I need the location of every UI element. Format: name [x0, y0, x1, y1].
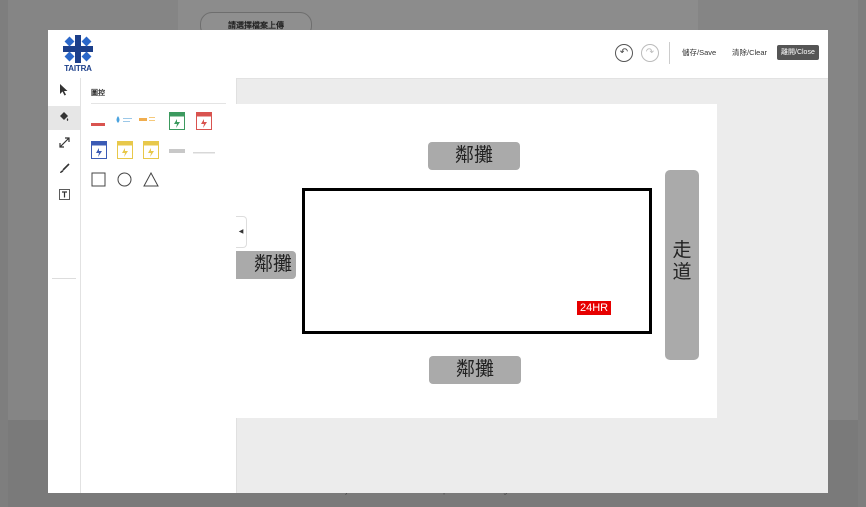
booth-editor-modal: TAITRA ↶ ↷ 儲存/Save 清除/Clear 離開/Close 圖控 — [48, 30, 828, 493]
stamp-power-blue-icon[interactable] — [91, 141, 107, 164]
stamp-gray-line[interactable] — [193, 142, 215, 160]
clear-button[interactable]: 清除/Clear — [732, 47, 767, 58]
stamp-gray-block[interactable] — [169, 141, 185, 159]
neighbor-stall-top[interactable]: 鄰攤 — [428, 142, 520, 170]
toolbar-divider — [52, 278, 76, 279]
stamp-power-yellow-icon[interactable] — [117, 141, 133, 164]
neighbor-stall-bottom[interactable]: 鄰攤 — [429, 356, 521, 384]
paint-bucket-icon[interactable] — [48, 106, 80, 130]
logo-text: TAITRA — [64, 64, 92, 73]
aisle-char: 走 — [672, 240, 692, 261]
aisle-char: 道 — [672, 262, 692, 283]
circle-shape-tool[interactable] — [117, 172, 132, 192]
stamp-water-icon[interactable] — [115, 112, 133, 130]
panel-title: 圖控 — [91, 90, 105, 97]
neighbor-stall-left[interactable]: 鄰攤 — [236, 251, 296, 279]
stamp-power-red-icon[interactable] — [196, 112, 212, 135]
aisle-label[interactable]: 走道 — [665, 170, 699, 360]
drawing-canvas[interactable]: 鄰攤 鄰攤 鄰攤 24HR 走道 — [236, 104, 717, 418]
undo-icon[interactable]: ↶ — [615, 44, 633, 62]
resize-icon[interactable] — [48, 132, 80, 156]
tool-sidebar — [48, 78, 81, 493]
taitra-logo: TAITRA — [56, 34, 100, 76]
redo-icon[interactable]: ↷ — [641, 44, 659, 62]
editor-header: TAITRA ↶ ↷ 儲存/Save 清除/Clear 離開/Close — [48, 30, 828, 79]
stamp-panel: 圖控 — [81, 78, 237, 493]
triangle-shape-tool[interactable] — [143, 171, 159, 192]
text-box-icon[interactable] — [48, 184, 80, 208]
aisle-text: 走道 — [665, 240, 699, 284]
stamp-red-bar[interactable] — [91, 115, 105, 133]
panel-divider — [91, 103, 226, 104]
stamp-power-yellow-2-icon[interactable] — [143, 141, 159, 164]
pointer-icon[interactable] — [48, 80, 80, 104]
stamp-gas-icon[interactable] — [139, 112, 157, 130]
stamp-power-green-icon[interactable] — [169, 112, 185, 135]
taitra-logo-mark — [63, 35, 93, 63]
brush-icon[interactable] — [48, 158, 80, 182]
square-shape-tool[interactable] — [91, 172, 106, 192]
close-button[interactable]: 離開/Close — [777, 45, 819, 60]
header-divider — [669, 42, 670, 64]
save-button[interactable]: 儲存/Save — [682, 47, 716, 58]
panel-collapse-toggle[interactable]: ◀ — [236, 216, 247, 248]
24hr-label[interactable]: 24HR — [577, 301, 612, 315]
